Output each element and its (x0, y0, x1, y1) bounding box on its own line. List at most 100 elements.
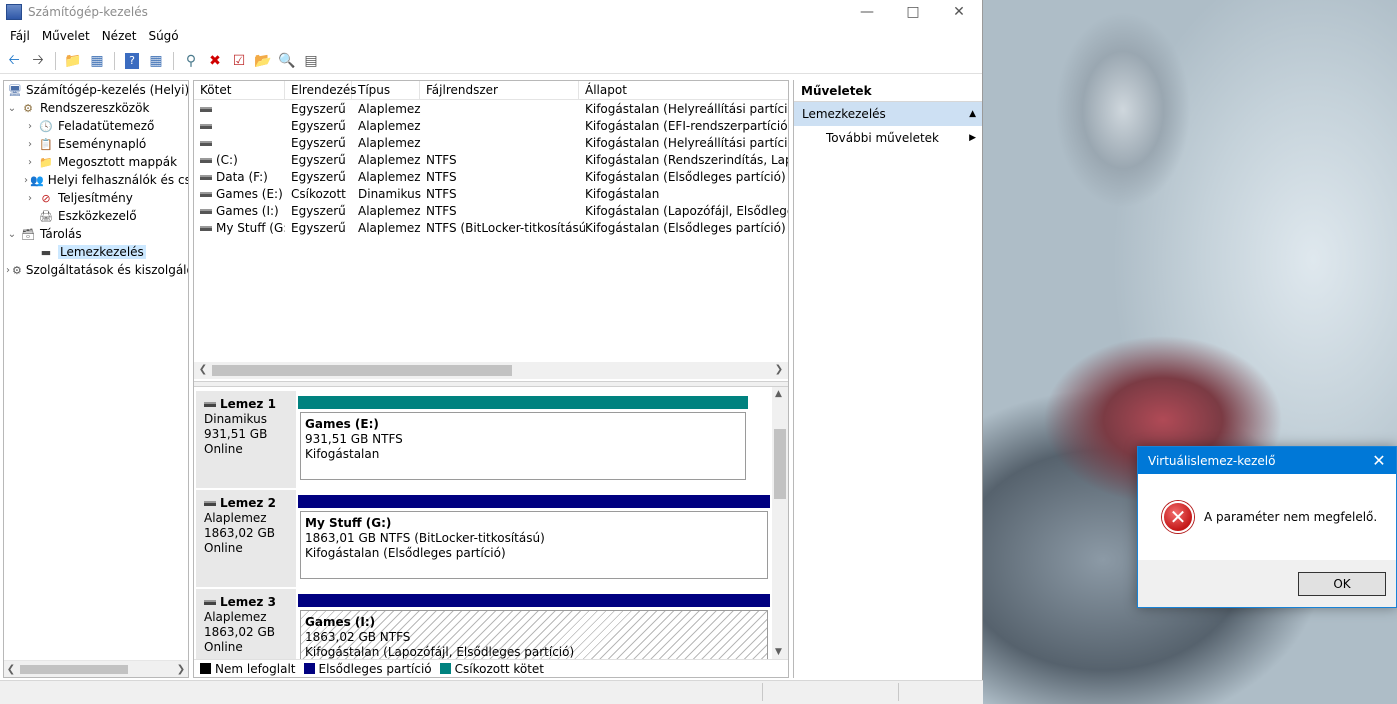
scroll-left-icon[interactable]: ❮ (196, 364, 210, 375)
tree-item-computer-management[interactable]: 🖥 Számítógép-kezelés (Helyi) (4, 81, 188, 99)
chevron-right-icon[interactable]: › (6, 265, 10, 276)
disk-type: Alaplemez (204, 610, 267, 624)
delete-button[interactable]: ✖ (205, 51, 225, 71)
table-row[interactable]: My Stuff (G:) Egyszerű Alaplemez NTFS (BitL… (194, 220, 788, 237)
tree-item-services[interactable]: › ⚙ Szolgáltatások és kiszolgáló (4, 261, 188, 279)
scroll-up-icon[interactable]: ▲ (775, 389, 782, 399)
collapse-up-icon[interactable]: ▲ (969, 102, 976, 126)
computer-management-icon: 🖥 (8, 83, 22, 97)
maximize-button[interactable]: □ (890, 0, 936, 24)
disk-icon (204, 501, 216, 506)
close-button[interactable]: ✕ (936, 0, 982, 24)
volume-list-horizontal-scrollbar[interactable]: ❮ ❯ (194, 362, 788, 379)
forward-button[interactable]: 🡢 (28, 51, 48, 71)
chevron-right-icon[interactable]: › (24, 139, 36, 150)
connect-button[interactable]: ⚲ (181, 51, 201, 71)
volume-list-header: Kötet Elrendezés Típus Fájlrendszer Álla… (194, 81, 788, 100)
partition-color-bar (298, 396, 748, 409)
table-cell: Alaplemez (358, 102, 421, 116)
action-more-actions[interactable]: További műveletek ▶ (794, 126, 982, 150)
scroll-down-icon[interactable]: ▼ (775, 647, 782, 657)
ok-button[interactable]: OK (1298, 572, 1386, 596)
extra-icon: ▤ (304, 52, 318, 69)
chevron-down-icon[interactable]: ⌄ (6, 229, 18, 240)
column-header-layout[interactable]: Elrendezés (285, 81, 357, 100)
properties-button[interactable]: ☑ (229, 51, 249, 71)
disk-status: Online (204, 640, 243, 654)
table-cell: Kifogástalan (585, 187, 660, 201)
partition[interactable]: Games (E:) 931,51 GB NTFS Kifogástalan (298, 396, 748, 482)
event-log-icon: 📋 (39, 137, 53, 151)
disk-info[interactable]: Lemez 2 Alaplemez 1863,02 GB Online (196, 490, 296, 587)
table-cell: Alaplemez (358, 119, 421, 133)
show-tree-button[interactable]: ▦ (87, 51, 107, 71)
scrollbar-thumb[interactable] (212, 365, 512, 376)
table-row[interactable]: Games (E:) Csíkozott Dinamikus NTFS Kifogást… (194, 186, 788, 203)
tree-item-event-viewer[interactable]: › 📋 Eseménynapló (4, 135, 188, 153)
help-button[interactable]: ? (122, 51, 142, 71)
volume-icon (200, 192, 212, 197)
chevron-right-icon[interactable]: › (24, 121, 36, 132)
menu-view[interactable]: Nézet (96, 29, 143, 43)
table-row[interactable]: Data (F:) Egyszerű Alaplemez NTFS Kifogástal… (194, 169, 788, 186)
menu-action[interactable]: Művelet (36, 29, 96, 43)
table-row[interactable]: Egyszerű Alaplemez Kifogástalan (Helyreáll… (194, 101, 788, 118)
scrollbar-thumb[interactable] (774, 429, 786, 499)
table-row[interactable]: Games (I:) Egyszerű Alaplemez NTFS Kifogásta… (194, 203, 788, 220)
table-cell: Egyszerű (291, 153, 346, 167)
disk-management-pane: Kötet Elrendezés Típus Fájlrendszer Álla… (193, 80, 789, 678)
chevron-right-icon[interactable]: › (24, 193, 36, 204)
partition[interactable]: My Stuff (G:) 1863,01 GB NTFS (BitLocker… (298, 495, 770, 581)
minimize-button[interactable]: — (844, 0, 890, 24)
tree-item-local-users[interactable]: › 👥 Helyi felhasználók és cs (4, 171, 188, 189)
tree-item-task-scheduler[interactable]: › 🕓 Feladatütemező (4, 117, 188, 135)
scroll-right-icon[interactable]: ❯ (772, 364, 786, 375)
column-header-filesystem[interactable]: Fájlrendszer (420, 81, 579, 100)
search-button[interactable]: 🔍 (277, 51, 297, 71)
extra-button[interactable]: ▤ (301, 51, 321, 71)
dialog-title-bar: Virtuálislemez-kezelő ✕ (1138, 447, 1396, 474)
dialog-footer: OK (1138, 560, 1396, 607)
tree-item-device-manager[interactable]: 🖨 Eszközkezelő (4, 207, 188, 225)
table-cell (426, 118, 585, 135)
open-button[interactable]: 📂 (253, 51, 273, 71)
chevron-right-icon[interactable]: › (24, 157, 36, 168)
tree-item-system-tools[interactable]: ⌄ ⚙ Rendszereszközök (4, 99, 188, 117)
scroll-right-icon[interactable]: ❯ (174, 664, 188, 675)
console-button[interactable]: ▦ (146, 51, 166, 71)
disk-info[interactable]: Lemez 1 Dinamikus 931,51 GB Online (196, 391, 296, 488)
tree-item-shared-folders[interactable]: › 📁 Megosztott mappák (4, 153, 188, 171)
partition-body: My Stuff (G:) 1863,01 GB NTFS (BitLocker… (300, 511, 768, 579)
menu-file[interactable]: Fájl (4, 29, 36, 43)
scrollbar-thumb[interactable] (20, 665, 128, 674)
column-header-type[interactable]: Típus (352, 81, 420, 100)
table-row[interactable]: Egyszerű Alaplemez Kifogástalan (EFI-rends… (194, 118, 788, 135)
disk-size: 931,51 GB (204, 427, 268, 441)
chevron-right-icon[interactable]: › (24, 175, 28, 186)
chevron-down-icon[interactable]: ⌄ (6, 103, 18, 114)
actions-section-label: Lemezkezelés (802, 107, 886, 121)
column-header-volume[interactable]: Kötet (194, 81, 285, 100)
table-row[interactable]: Egyszerű Alaplemez Kifogástalan (Helyreáll… (194, 135, 788, 152)
device-manager-icon: 🖨 (39, 209, 53, 223)
connect-icon: ⚲ (185, 52, 197, 69)
tree-horizontal-scrollbar[interactable]: ❮ ❯ (4, 660, 188, 677)
up-button[interactable]: 📁 (63, 51, 83, 71)
scroll-left-icon[interactable]: ❮ (4, 664, 18, 675)
disk-info[interactable]: Lemez 3 Alaplemez 1863,02 GB Online (196, 589, 296, 659)
tree-item-performance[interactable]: › ⊘ Teljesítmény (4, 189, 188, 207)
menu-help[interactable]: Súgó (142, 29, 184, 43)
actions-section-disk-management[interactable]: Lemezkezelés ▲ (794, 102, 982, 126)
table-row[interactable]: (C:) Egyszerű Alaplemez NTFS Kifogástalan (R… (194, 152, 788, 169)
partition[interactable]: Games (I:) 1863,02 GB NTFS Kifogástalan … (298, 594, 770, 659)
back-button[interactable]: 🡠 (4, 51, 24, 71)
tree-item-storage[interactable]: ⌄ 🗃 Tárolás (4, 225, 188, 243)
disk-view-vertical-scrollbar[interactable]: ▲ ▼ (772, 387, 788, 659)
error-icon: ✕ (1162, 501, 1194, 533)
title-bar: Számítógép-kezelés — □ ✕ (0, 0, 982, 24)
tree-item-disk-management[interactable]: ▬ Lemezkezelés (4, 243, 188, 261)
dialog-close-icon[interactable]: ✕ (1362, 451, 1396, 470)
volume-list: Kötet Elrendezés Típus Fájlrendszer Álla… (194, 81, 788, 381)
column-header-status[interactable]: Állapot (579, 81, 788, 100)
volume-icon (200, 124, 212, 129)
